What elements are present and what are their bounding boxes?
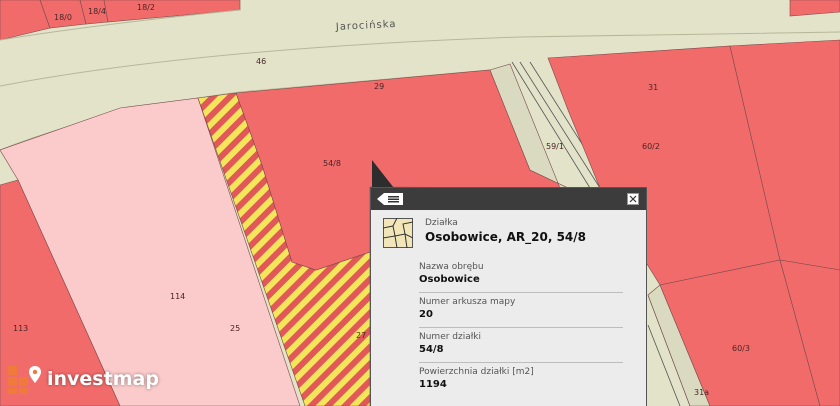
- investmap-logo[interactable]: investmap: [8, 364, 159, 394]
- parcel-label: 27: [356, 331, 366, 340]
- parcel-label: 18/4: [88, 7, 106, 16]
- close-button[interactable]: [627, 193, 639, 205]
- field-map-sheet-number: Numer arkusza mapy 20: [419, 293, 623, 328]
- list-icon[interactable]: [377, 193, 403, 205]
- field-label: Numer działki: [419, 332, 482, 342]
- feature-title: Osobowice, AR_20, 54/8: [425, 230, 587, 244]
- popup-header: [371, 188, 646, 210]
- parcel-label: 114: [170, 292, 185, 301]
- parcel-info-popup: Działka Osobowice, AR_20, 54/8 Nazwa obr…: [370, 187, 647, 406]
- parcel-label: 18/2: [137, 3, 155, 12]
- layer-label: Działka: [425, 218, 458, 228]
- field-value: Osobowice: [419, 274, 480, 285]
- parcel-label: 46: [256, 57, 266, 66]
- close-icon[interactable]: [628, 194, 638, 204]
- parcel-label: 113: [13, 324, 28, 333]
- parcel-label: 25: [230, 324, 240, 333]
- field-precinct-name: Nazwa obrębu Osobowice: [419, 258, 623, 293]
- field-value: 20: [419, 309, 433, 320]
- investmap-logo-icon: [8, 366, 41, 394]
- field-label: Powierzchnia działki [m2]: [419, 367, 534, 377]
- popup-body: Działka Osobowice, AR_20, 54/8 Nazwa obr…: [371, 210, 646, 397]
- parcel-label: 31: [648, 83, 658, 92]
- field-label: Nazwa obrębu: [419, 262, 484, 272]
- field-value: 1194: [419, 379, 447, 390]
- parcel-label: 60/2: [642, 142, 660, 151]
- field-value: 54/8: [419, 344, 444, 355]
- parcel-label: 31a: [694, 388, 709, 397]
- parcel-map-icon: [383, 218, 413, 248]
- parcel-label: 18/0: [54, 13, 72, 22]
- field-parcel-number: Numer działki 54/8: [419, 328, 623, 363]
- parcel-label: 54/8: [323, 159, 341, 168]
- parcel-label: 60/3: [732, 344, 750, 353]
- feature-header: Działka Osobowice, AR_20, 54/8: [383, 218, 636, 248]
- field-label: Numer arkusza mapy: [419, 297, 516, 307]
- parcel-label: 29: [374, 82, 384, 91]
- logo-text: investmap: [47, 368, 159, 390]
- parcel-label: 59/1: [546, 142, 564, 151]
- field-parcel-area: Powierzchnia działki [m2] 1194: [419, 363, 623, 397]
